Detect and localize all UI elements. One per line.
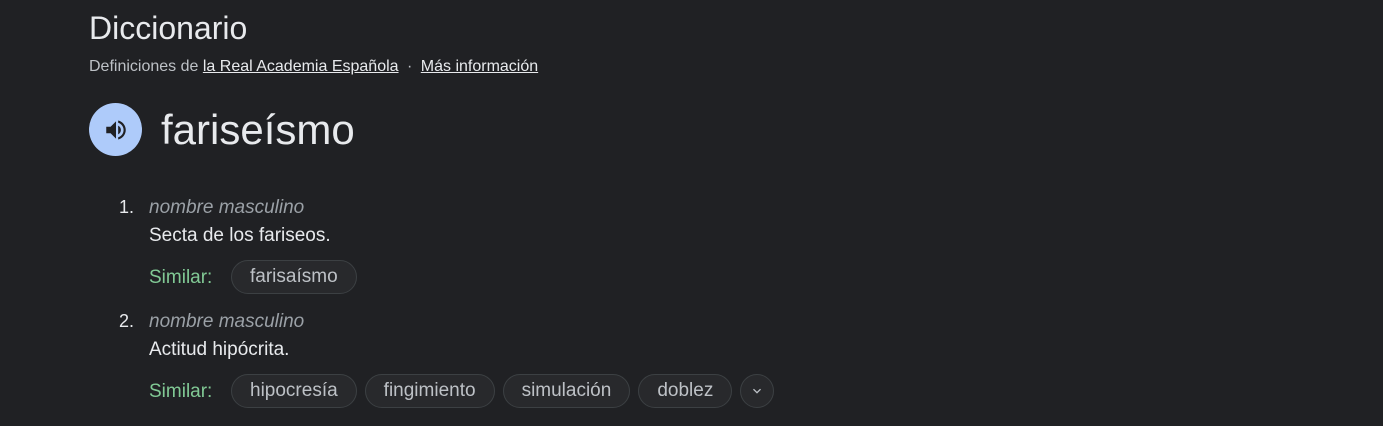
similar-chips: hipocresía fingimiento simulación doblez <box>231 374 775 408</box>
sense-number: 1. <box>119 197 135 217</box>
expand-similar-button[interactable] <box>740 374 775 408</box>
definition: Actitud hipócrita. <box>149 339 290 360</box>
source-prefix: Definiciones de <box>89 58 199 75</box>
similar-chip[interactable]: simulación <box>502 374 631 408</box>
similar-chip[interactable]: fingimiento <box>364 374 495 408</box>
similar-chip[interactable]: farisaísmo <box>231 260 357 294</box>
dictionary-title: Diccionario <box>89 10 248 46</box>
sense-number: 2. <box>119 311 135 331</box>
part-of-speech: nombre masculino <box>149 197 305 218</box>
similar-chip[interactable]: doblez <box>638 374 733 408</box>
source-line: Definiciones de la Real Academia Español… <box>89 57 538 77</box>
similar-label: Similar: <box>149 381 213 402</box>
more-info-link[interactable]: Más información <box>421 58 538 75</box>
pronunciation-audio-button[interactable] <box>89 103 142 156</box>
similar-label: Similar: <box>149 267 213 288</box>
rae-link[interactable]: la Real Academia Española <box>203 58 399 75</box>
separator: · <box>407 58 413 75</box>
speaker-icon <box>105 119 126 140</box>
headword: fariseísmo <box>161 106 355 153</box>
definition: Secta de los fariseos. <box>149 225 331 246</box>
part-of-speech: nombre masculino <box>149 311 305 332</box>
similar-chips: farisaísmo <box>231 260 357 294</box>
chevron-down-icon <box>753 388 762 394</box>
similar-chip[interactable]: hipocresía <box>231 374 357 408</box>
